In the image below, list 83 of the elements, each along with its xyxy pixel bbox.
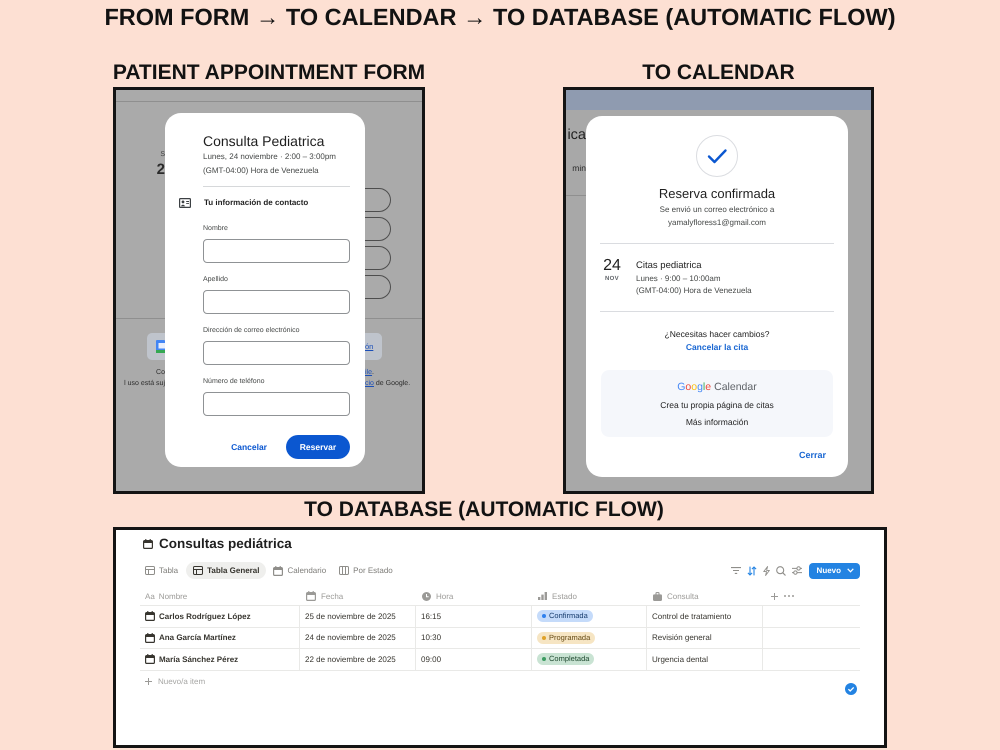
promo-text: Crea tu propia página de citas [660, 398, 774, 412]
filter-icon[interactable] [730, 567, 741, 574]
time-zone: (GMT-04:00) Hora de Venezuela [636, 284, 752, 296]
event-time: Lunes, 24 noviembre · 2:00 – 3:00pm [203, 151, 336, 163]
section-label: Tu información de contacto [204, 197, 308, 209]
calendar-icon [145, 654, 155, 664]
calendar-icon [143, 539, 153, 549]
view-tab[interactable]: Tabla General [186, 562, 266, 579]
table-cell: 22 de noviembre de 2025 [300, 649, 416, 670]
new-button[interactable]: Nuevo [808, 562, 860, 578]
close-button[interactable]: Cerrar [798, 448, 826, 462]
table-cell: Revisión general [647, 628, 763, 648]
chevron-down-icon [847, 568, 854, 573]
calendar-icon [145, 632, 155, 643]
view-tab[interactable]: Tabla [140, 562, 184, 579]
sliders-icon[interactable] [792, 566, 802, 575]
calendar-icon [145, 611, 155, 622]
table-cell: 10:30 [416, 628, 532, 648]
event-day: 24 [603, 257, 621, 275]
reserve-button[interactable]: Reservar [286, 435, 350, 459]
column-header: Nombre [158, 592, 188, 600]
text-input[interactable] [203, 290, 350, 314]
table-cell: 24 de noviembre de 2025 [300, 628, 416, 648]
text-type-icon: Aa [145, 592, 155, 600]
column-header: Hora [436, 592, 454, 600]
table-icon [145, 566, 155, 575]
text-input[interactable] [203, 392, 350, 416]
record-name: María Sánchez Pérez [159, 654, 238, 664]
view-tab[interactable]: Calendario [268, 562, 332, 579]
section-heading: PATIENT APPOINTMENT FORM [112, 63, 426, 83]
table-cell: 25 de noviembre de 2025 [300, 606, 416, 626]
background-text: 2 [156, 162, 165, 178]
slot-outline [365, 246, 391, 270]
background-text: min [572, 162, 586, 174]
event-time: Lunes · 9:00 – 10:00am [636, 272, 721, 284]
brand-wordmark: Google [677, 380, 712, 394]
bag-icon [653, 592, 662, 600]
contact-card-icon [179, 198, 191, 208]
plus-icon [145, 678, 152, 685]
column-header: Fecha [321, 592, 344, 600]
bars-icon [538, 592, 547, 600]
more-info-link[interactable]: Más información [686, 416, 748, 428]
clock-icon [422, 592, 431, 600]
columns-icon [339, 566, 350, 575]
lightning-icon[interactable] [762, 566, 770, 576]
time-zone: (GMT-04:00) Hora de Venezuela [203, 165, 319, 177]
section-heading: TO DATABASE (AUTOMATIC FLOW) [304, 499, 664, 521]
search-icon[interactable] [776, 566, 786, 576]
cancel-button[interactable]: Cancelar [231, 441, 267, 453]
main-title: FROM FORM → TO CALENDAR → TO DATABASE (AUTOMATIC FLOW) [104, 4, 896, 30]
event-title: Citas pediatrica [636, 258, 702, 272]
table-cell: Control de tratamiento [647, 606, 763, 626]
calendar-icon [306, 591, 316, 601]
slot-outline [365, 275, 391, 299]
calendar-icon [273, 566, 284, 576]
sort-icon[interactable] [746, 566, 757, 576]
app-icon [156, 340, 165, 353]
column-header: Estado [552, 592, 577, 600]
cancel-appointment-link[interactable]: Cancelar la cita [686, 340, 748, 354]
slot-outline [365, 188, 391, 212]
section-heading: TO CALENDAR [642, 63, 795, 83]
change-prompt: ¿Necesitas hacer cambios? [664, 328, 770, 340]
table-cell: Urgencia dental [647, 649, 763, 670]
column-header: Consulta [667, 592, 699, 600]
plus-icon[interactable] [771, 592, 778, 600]
table-icon [193, 566, 204, 575]
background-text: ica [567, 126, 586, 144]
table-cell: 16:15 [416, 606, 532, 626]
dialog-title: Consulta Pediatrica [203, 132, 324, 150]
product-name: Calendar [714, 380, 757, 394]
view-tab[interactable]: Por Estado [334, 562, 399, 579]
checkmark-icon [696, 135, 738, 177]
email-address: yamalyfloress1@gmail.com [668, 217, 766, 229]
slot-outline [365, 217, 391, 241]
record-name: Carlos Rodríguez López [159, 612, 251, 621]
text-input[interactable] [203, 341, 350, 365]
record-name: Ana García Martínez [159, 633, 236, 642]
check-circle-icon [845, 682, 857, 694]
dialog-title: Reserva confirmada [658, 185, 776, 203]
text-input[interactable] [203, 239, 350, 263]
confirmation-text: Se envió un correo electrónico a [660, 204, 774, 216]
database-title: Consultas pediátrica [159, 535, 292, 553]
table-cell: 09:00 [416, 649, 532, 670]
